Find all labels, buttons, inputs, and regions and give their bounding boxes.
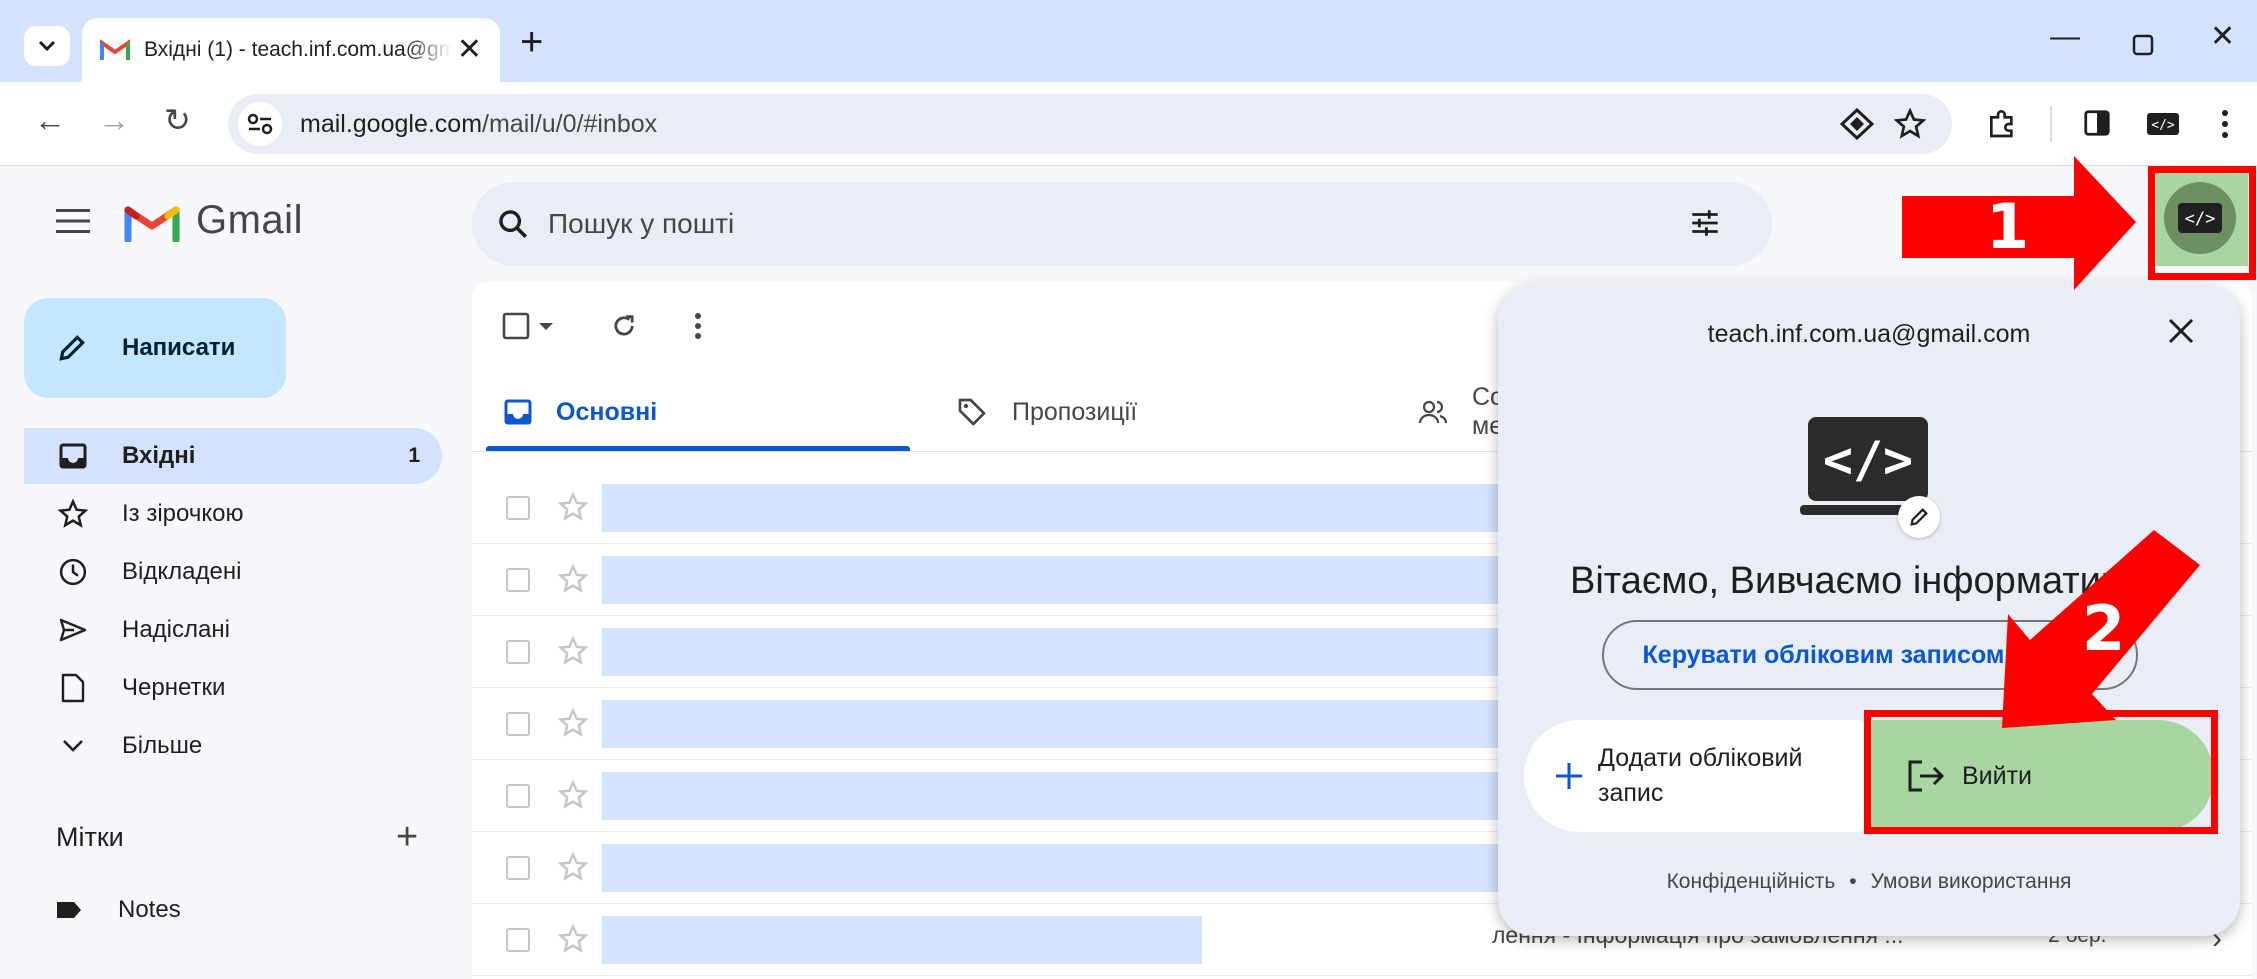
annotation-step-1: 1 (1986, 190, 2030, 263)
browser-window: Вхідні (1) - teach.inf.com.ua@gmail.com … (0, 0, 2257, 979)
highlight-account-avatar (2148, 166, 2256, 280)
annotation-step-2: 2 (2082, 592, 2126, 665)
highlight-sign-out (1864, 710, 2218, 834)
